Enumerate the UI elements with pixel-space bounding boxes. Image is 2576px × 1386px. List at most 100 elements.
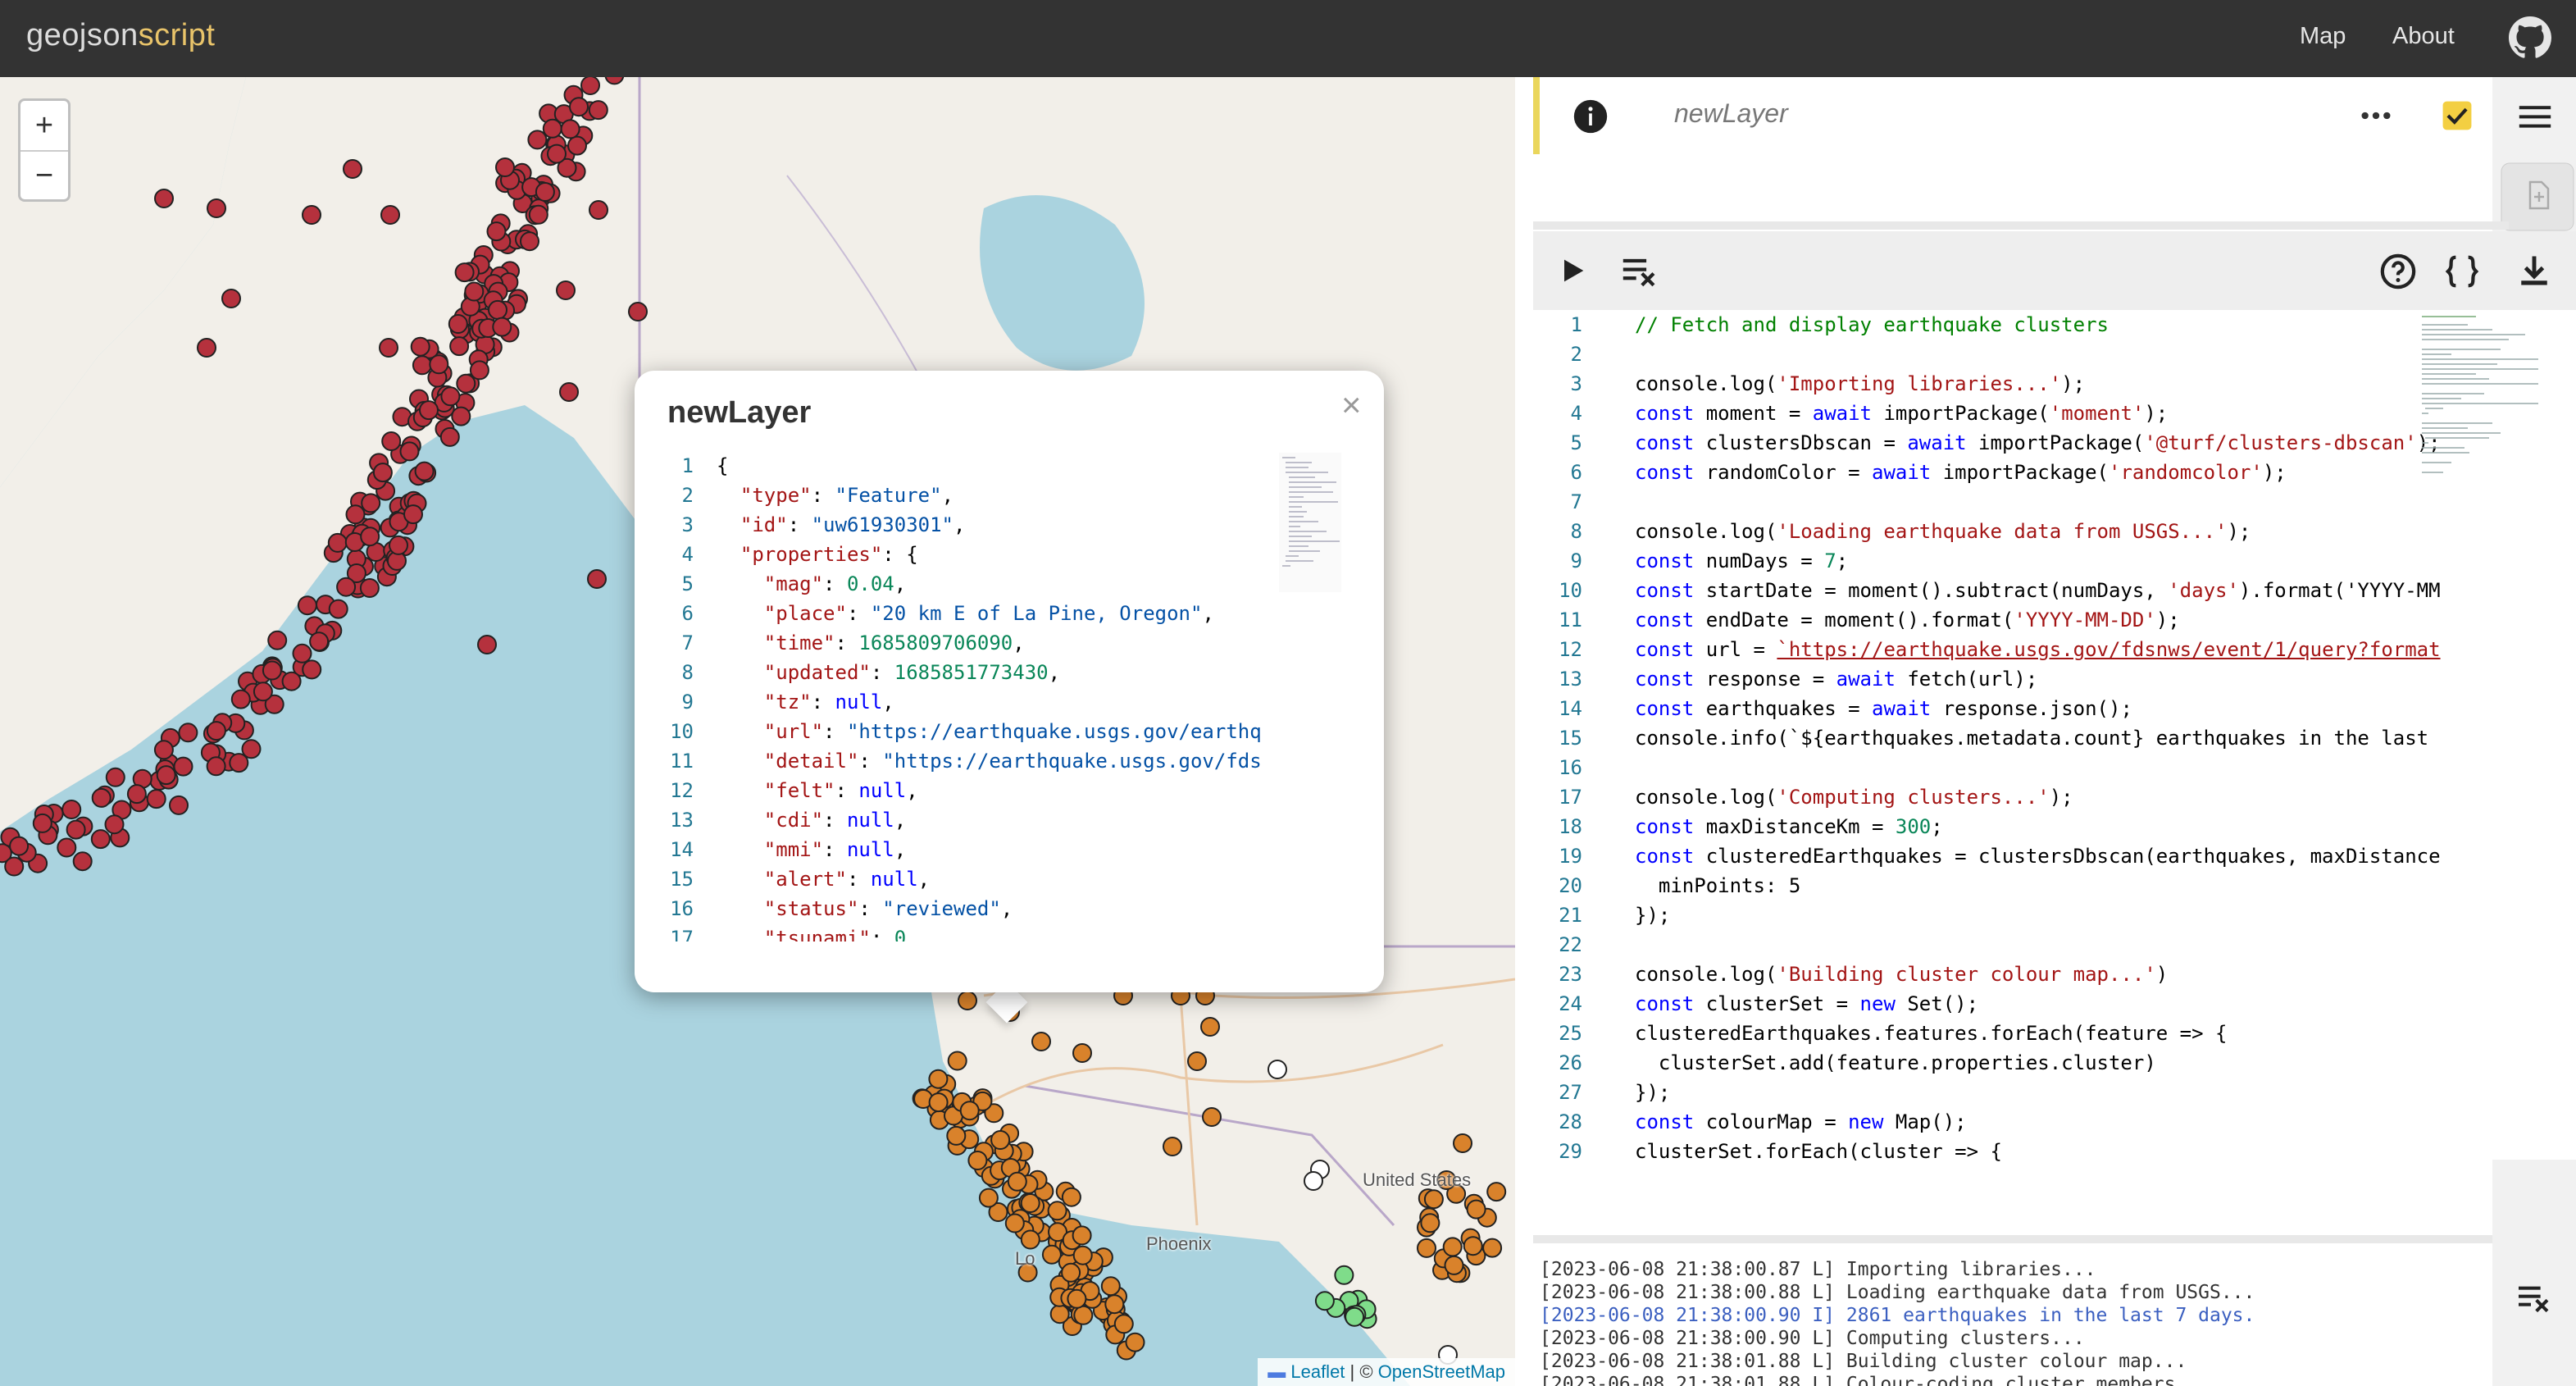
earthquake-marker[interactable] (104, 814, 125, 835)
earthquake-marker[interactable] (1061, 1262, 1081, 1283)
earthquake-marker[interactable] (1072, 1225, 1092, 1246)
earthquake-marker[interactable] (1334, 1265, 1354, 1285)
earthquake-marker[interactable] (1345, 1306, 1365, 1327)
earthquake-marker[interactable] (90, 829, 111, 850)
earthquake-marker[interactable] (528, 204, 548, 225)
earthquake-marker[interactable] (206, 756, 226, 777)
earthquake-marker[interactable] (1073, 1305, 1094, 1325)
nav-about-link[interactable]: About (2392, 23, 2455, 50)
clear-icon[interactable] (1622, 253, 1659, 289)
earthquake-marker[interactable] (488, 299, 507, 320)
earthquake-marker[interactable] (990, 1130, 1011, 1150)
earthquake-marker[interactable] (91, 787, 112, 808)
earthquake-marker[interactable] (302, 659, 322, 680)
earthquake-marker[interactable] (1047, 1201, 1067, 1221)
brand-logo[interactable]: geojsonscript (26, 18, 215, 53)
earthquake-marker[interactable] (414, 461, 435, 481)
earthquake-marker[interactable] (1268, 1060, 1287, 1079)
earthquake-marker[interactable] (412, 355, 432, 376)
earthquake-marker[interactable] (32, 813, 52, 833)
popup-close-button[interactable]: × (1341, 385, 1362, 425)
earthquake-marker[interactable] (1061, 1187, 1081, 1207)
earthquake-marker[interactable] (4, 856, 25, 877)
earthquake-marker[interactable] (1031, 1032, 1051, 1051)
earthquake-marker[interactable] (1453, 1133, 1472, 1153)
earthquake-marker[interactable] (486, 221, 507, 242)
download-icon[interactable] (2517, 253, 2551, 289)
earthquake-marker[interactable] (328, 599, 348, 619)
earthquake-marker[interactable] (72, 851, 93, 872)
earthquake-marker[interactable] (604, 77, 625, 85)
earthquake-marker[interactable] (327, 532, 348, 553)
earthquake-marker[interactable] (477, 635, 497, 654)
earthquake-marker[interactable] (1314, 1291, 1335, 1311)
earthquake-marker[interactable] (1163, 1137, 1182, 1156)
earthquake-marker[interactable] (559, 382, 579, 402)
earthquake-marker[interactable] (230, 689, 251, 709)
earthquake-marker[interactable] (1067, 1288, 1087, 1309)
earthquake-marker[interactable] (464, 281, 485, 302)
earthquake-marker[interactable] (380, 205, 400, 225)
earthquake-marker[interactable] (221, 289, 241, 308)
earthquake-marker[interactable] (1100, 1276, 1121, 1297)
earthquake-marker[interactable] (928, 1092, 949, 1113)
earthquake-marker[interactable] (1072, 1245, 1093, 1265)
leaflet-link[interactable]: Leaflet (1290, 1361, 1345, 1382)
earthquake-marker[interactable] (336, 577, 357, 597)
earthquake-marker[interactable] (520, 231, 539, 252)
earthquake-marker[interactable] (169, 795, 189, 815)
layer-visible-checkbox[interactable] (2442, 100, 2473, 131)
earthquake-marker[interactable] (456, 373, 476, 394)
earthquake-marker[interactable] (229, 753, 249, 773)
earthquake-marker[interactable] (439, 426, 460, 447)
info-icon[interactable] (1572, 98, 1609, 134)
earthquake-marker[interactable] (527, 130, 548, 150)
earthquake-marker[interactable] (1113, 1314, 1134, 1334)
earthquake-marker[interactable] (173, 756, 193, 777)
earthquake-marker[interactable] (61, 800, 82, 819)
earthquake-marker[interactable] (1020, 1193, 1040, 1213)
map-view[interactable]: + − United States Phoenix Lo ▬ Leaflet |… (0, 77, 1515, 1386)
braces-icon[interactable] (2443, 253, 2481, 290)
earthquake-marker[interactable] (309, 631, 330, 652)
earthquake-marker[interactable] (449, 336, 470, 357)
earthquake-marker[interactable] (262, 660, 282, 681)
earthquake-marker[interactable] (292, 643, 312, 663)
layer-name[interactable]: newLayer (1674, 98, 1788, 129)
earthquake-marker[interactable] (302, 205, 321, 225)
earthquake-marker[interactable] (360, 527, 380, 547)
earthquake-marker[interactable] (1200, 1017, 1220, 1037)
earthquake-marker[interactable] (569, 97, 589, 117)
earthquake-marker[interactable] (178, 723, 198, 743)
more-icon[interactable] (2360, 103, 2392, 128)
earthquake-marker[interactable] (556, 280, 576, 300)
earthquake-marker[interactable] (105, 767, 125, 787)
earthquake-marker[interactable] (495, 157, 515, 177)
earthquake-marker[interactable] (1049, 1304, 1070, 1324)
earthquake-marker[interactable] (547, 144, 567, 164)
earthquake-marker[interactable] (297, 595, 317, 616)
earthquake-marker[interactable] (1482, 1238, 1503, 1258)
menu-icon[interactable] (2519, 103, 2551, 130)
earthquake-marker[interactable] (967, 1151, 988, 1170)
earthquake-marker[interactable] (1187, 1051, 1207, 1071)
earthquake-marker[interactable] (567, 135, 587, 156)
editor-minimap[interactable] (2419, 313, 2542, 486)
earthquake-marker[interactable] (381, 431, 402, 451)
earthquake-marker[interactable] (1041, 1244, 1062, 1265)
earthquake-marker[interactable] (947, 1051, 967, 1071)
earthquake-marker[interactable] (492, 317, 512, 337)
earthquake-marker[interactable] (1466, 1199, 1486, 1220)
earthquake-marker[interactable] (1072, 1043, 1092, 1063)
earthquake-marker[interactable] (959, 1101, 980, 1121)
new-file-icon[interactable] (2501, 162, 2574, 231)
earthquake-marker[interactable] (580, 77, 600, 95)
help-icon[interactable] (2379, 253, 2417, 290)
earthquake-marker[interactable] (359, 578, 380, 598)
earthquake-marker[interactable] (928, 1069, 949, 1089)
popup-json-viewer[interactable]: 1{2 "type": "Feature", 3 "id": "uw6193030… (635, 451, 1274, 941)
earthquake-marker[interactable] (1125, 1332, 1145, 1352)
earthquake-marker[interactable] (267, 630, 288, 650)
earthquake-marker[interactable] (410, 336, 430, 357)
earthquake-marker[interactable] (1304, 1171, 1323, 1191)
